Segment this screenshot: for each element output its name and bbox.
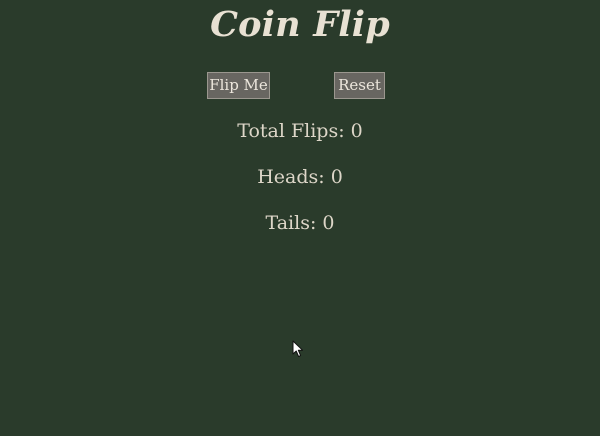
- coin-flip-app: Coin Flip Flip Me Reset Total Flips: 0 H…: [0, 0, 600, 436]
- tails-label: Tails:: [265, 212, 323, 234]
- tails-stat: Tails: 0: [0, 212, 600, 234]
- total-flips-stat: Total Flips: 0: [0, 120, 600, 142]
- page-title: Coin Flip: [210, 4, 390, 45]
- heads-stat: Heads: 0: [0, 166, 600, 188]
- tails-value: 0: [322, 212, 335, 234]
- heads-value: 0: [330, 166, 343, 188]
- heads-label: Heads:: [257, 166, 331, 188]
- total-flips-value: 0: [350, 120, 363, 142]
- flip-button[interactable]: Flip Me: [207, 72, 270, 99]
- mouse-pointer-icon: [292, 340, 303, 357]
- total-flips-label: Total Flips:: [237, 120, 351, 142]
- reset-button[interactable]: Reset: [334, 72, 385, 99]
